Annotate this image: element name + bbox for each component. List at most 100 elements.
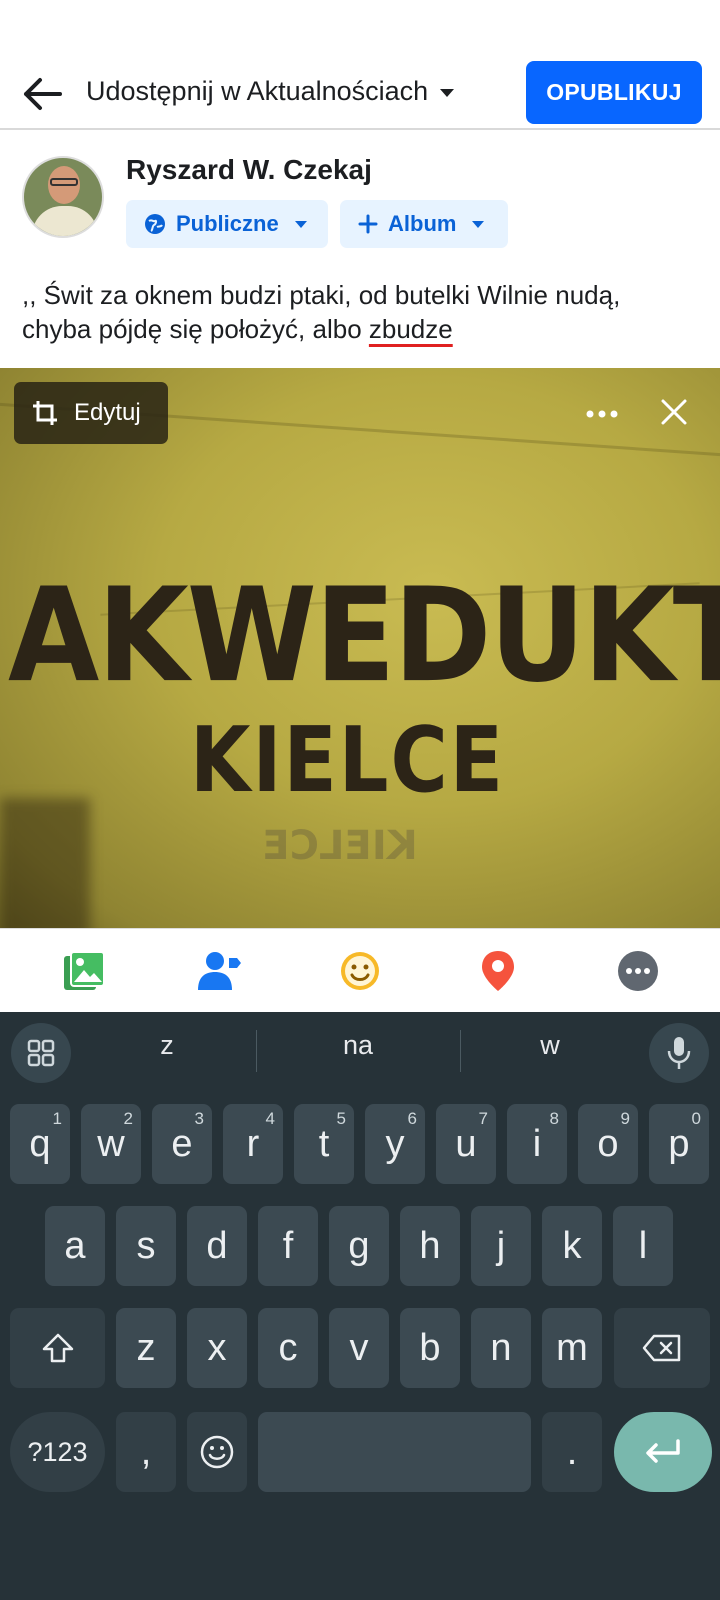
key-t[interactable]: t5 bbox=[294, 1104, 354, 1184]
author-name: Ryszard W. Czekaj bbox=[126, 154, 372, 185]
key-o[interactable]: o9 bbox=[578, 1104, 638, 1184]
key-v[interactable]: v bbox=[329, 1308, 389, 1388]
feeling-activity-button[interactable] bbox=[336, 947, 384, 995]
key-label: w bbox=[97, 1122, 125, 1165]
suggestion-chip[interactable]: na bbox=[288, 1030, 428, 1061]
key-hint: 3 bbox=[194, 1109, 204, 1128]
album-label: Album bbox=[388, 211, 457, 236]
space-key[interactable] bbox=[258, 1412, 531, 1492]
close-icon bbox=[661, 399, 687, 425]
key-x[interactable]: x bbox=[187, 1308, 247, 1388]
key-label: r bbox=[246, 1122, 260, 1165]
crop-icon bbox=[33, 401, 57, 425]
tag-people-icon bbox=[198, 952, 241, 990]
key-hint: 7 bbox=[478, 1109, 488, 1128]
backspace-key[interactable] bbox=[614, 1308, 710, 1388]
more-dots-icon bbox=[586, 410, 618, 418]
key-l[interactable]: l bbox=[613, 1206, 673, 1286]
grid-icon bbox=[27, 1039, 55, 1067]
more-options-button[interactable] bbox=[614, 947, 662, 995]
backspace-icon bbox=[642, 1334, 681, 1362]
attached-photo[interactable]: AKWEDUKT KIELCE KIELCE bbox=[0, 368, 720, 928]
key-m[interactable]: m bbox=[542, 1308, 602, 1388]
photo-icon bbox=[64, 951, 105, 990]
key-label: u bbox=[455, 1122, 477, 1165]
tag-people-button[interactable] bbox=[196, 947, 244, 995]
publish-button[interactable]: OPUBLIKUJ bbox=[526, 61, 702, 124]
suggestion-chip[interactable]: z bbox=[97, 1030, 237, 1061]
edit-photo-button[interactable]: Edytuj bbox=[14, 382, 168, 444]
key-a[interactable]: a bbox=[45, 1206, 105, 1286]
check-in-button[interactable] bbox=[474, 947, 522, 995]
add-photo-button[interactable] bbox=[60, 947, 108, 995]
key-f[interactable]: f bbox=[258, 1206, 318, 1286]
key-e[interactable]: e3 bbox=[152, 1104, 212, 1184]
composer-toolbar bbox=[0, 928, 720, 1012]
privacy-selector-button[interactable]: Publiczne bbox=[126, 200, 328, 248]
privacy-label: Publiczne bbox=[176, 211, 279, 236]
key-label: q bbox=[29, 1122, 51, 1165]
share-composer-screen: Udostępnij w Aktualnościach OPUBLIKUJ Ry… bbox=[0, 0, 720, 1600]
location-pin-icon bbox=[482, 951, 514, 991]
key-hint: 9 bbox=[620, 1109, 630, 1128]
plus-icon bbox=[358, 214, 378, 234]
key-label: y bbox=[385, 1122, 405, 1165]
period-key[interactable]: . bbox=[542, 1412, 602, 1492]
key-j[interactable]: j bbox=[471, 1206, 531, 1286]
key-r[interactable]: r4 bbox=[223, 1104, 283, 1184]
share-destination-dropdown[interactable]: Udostępnij w Aktualnościach bbox=[86, 76, 455, 107]
album-button[interactable]: Album bbox=[340, 200, 508, 248]
post-text-input[interactable]: ,, Świt za oknem budzi ptaki, od butelki… bbox=[22, 278, 702, 346]
key-z[interactable]: z bbox=[116, 1308, 176, 1388]
photo-print-text: KIELCE bbox=[262, 823, 418, 869]
key-hint: 6 bbox=[407, 1109, 417, 1128]
key-label: e bbox=[171, 1122, 193, 1165]
key-g[interactable]: g bbox=[329, 1206, 389, 1286]
suggestion-chip[interactable]: w bbox=[480, 1030, 620, 1061]
key-q[interactable]: q1 bbox=[10, 1104, 70, 1184]
avatar bbox=[22, 156, 104, 238]
back-button[interactable] bbox=[18, 70, 66, 118]
key-hint: 5 bbox=[336, 1109, 346, 1128]
key-s[interactable]: s bbox=[116, 1206, 176, 1286]
key-hint: 8 bbox=[549, 1109, 559, 1128]
symbols-key[interactable]: ?123 bbox=[10, 1412, 105, 1492]
caret-down-icon bbox=[472, 220, 485, 228]
key-n[interactable]: n bbox=[471, 1308, 531, 1388]
photo-print-text: KIELCE bbox=[190, 709, 505, 813]
feeling-icon bbox=[341, 952, 379, 990]
enter-key[interactable] bbox=[614, 1412, 712, 1492]
emoji-key[interactable] bbox=[187, 1412, 247, 1492]
post-text-line: chyba pójdę się położyć, albo zbudze bbox=[22, 312, 702, 346]
misspelled-word[interactable]: zbudze bbox=[369, 314, 453, 344]
key-i[interactable]: i8 bbox=[507, 1104, 567, 1184]
key-k[interactable]: k bbox=[542, 1206, 602, 1286]
key-d[interactable]: d bbox=[187, 1206, 247, 1286]
voice-input-button[interactable] bbox=[649, 1023, 709, 1083]
keyboard-menu-button[interactable] bbox=[11, 1023, 71, 1083]
key-u[interactable]: u7 bbox=[436, 1104, 496, 1184]
remove-photo-button[interactable] bbox=[652, 390, 696, 434]
key-b[interactable]: b bbox=[400, 1308, 460, 1388]
top-bar: Udostępnij w Aktualnościach OPUBLIKUJ bbox=[0, 0, 720, 130]
key-c[interactable]: c bbox=[258, 1308, 318, 1388]
enter-arrow-icon bbox=[646, 1439, 680, 1463]
suggestion-divider bbox=[256, 1030, 257, 1072]
back-arrow-icon bbox=[24, 78, 62, 110]
edit-photo-label: Edytuj bbox=[74, 399, 141, 426]
key-label: i bbox=[532, 1122, 542, 1165]
more-options-icon bbox=[618, 951, 658, 991]
key-y[interactable]: y6 bbox=[365, 1104, 425, 1184]
share-destination-label: Udostępnij w Aktualnościach bbox=[86, 76, 429, 106]
key-h[interactable]: h bbox=[400, 1206, 460, 1286]
photo-more-button[interactable] bbox=[580, 392, 624, 436]
key-w[interactable]: w2 bbox=[81, 1104, 141, 1184]
key-p[interactable]: p0 bbox=[649, 1104, 709, 1184]
suggestion-divider bbox=[460, 1030, 461, 1072]
shift-key[interactable] bbox=[10, 1308, 105, 1388]
caret-down-icon bbox=[294, 220, 307, 228]
microphone-icon bbox=[667, 1037, 691, 1069]
shift-arrow-icon bbox=[42, 1333, 73, 1363]
comma-key[interactable]: , bbox=[116, 1412, 176, 1492]
post-text-segment: chyba pójdę się położyć, albo bbox=[22, 314, 369, 344]
